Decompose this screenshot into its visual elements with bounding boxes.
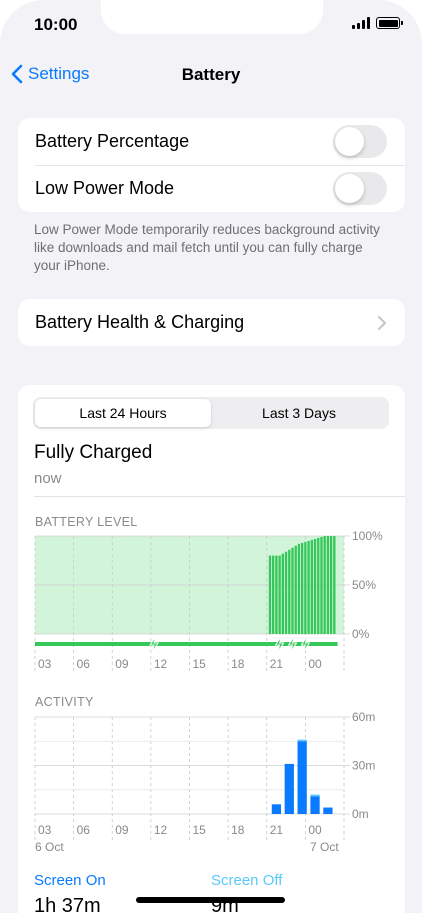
charging-bolt-icon	[274, 635, 285, 653]
activity-chart: 60m 30m 0m 03 06 09 12 15 18 21 00	[34, 711, 375, 841]
page-title: Battery	[181, 65, 241, 84]
activity-bar-screen-on	[284, 763, 294, 814]
battery-bar	[275, 555, 278, 634]
battery-bar	[288, 549, 291, 634]
battery-bar	[333, 536, 336, 634]
x-tick-label: 06	[77, 823, 91, 837]
screen-on-value: 1h 37m	[34, 895, 101, 913]
low-power-mode-row: Low Power Mode	[18, 165, 405, 212]
low-power-footnote: Low Power Mode temporarily reduces backg…	[34, 222, 380, 273]
activity-bar-screen-on	[297, 741, 307, 814]
screen-on-legend[interactable]: Screen On	[34, 872, 106, 889]
battery-bar	[304, 541, 307, 634]
battery-bar	[326, 536, 330, 634]
phone-screen: 10:00 Settings Battery Battery Percentag…	[0, 0, 422, 913]
status-time: 10:00	[34, 15, 78, 34]
x-tick-label: 03	[38, 657, 52, 671]
battery-bar	[310, 539, 313, 634]
x-tick-label: 03	[38, 823, 52, 837]
battery-percentage-row: Battery Percentage	[18, 118, 405, 165]
battery-percentage-toggle[interactable]	[333, 125, 387, 158]
charge-status-time: now	[34, 470, 62, 487]
x-tick-label: 18	[231, 657, 245, 671]
divider	[34, 496, 405, 497]
charge-status-title: Fully Charged	[34, 442, 153, 463]
x-tick-label: 12	[154, 823, 168, 837]
battery-percentage-label: Battery Percentage	[35, 131, 190, 151]
usage-card: Last 24 Hours Last 3 Days Fully Charged …	[18, 385, 405, 913]
date-start-label: 6 Oct	[35, 840, 64, 854]
battery-bar	[317, 537, 320, 634]
battery-baseline	[35, 642, 294, 646]
battery-health-label: Battery Health & Charging	[35, 312, 245, 332]
home-indicator[interactable]	[136, 897, 285, 903]
charging-bolt-icon	[149, 635, 160, 653]
x-tick-label: 00	[308, 823, 322, 837]
activity-bar-screen-on	[323, 807, 333, 814]
chevron-right-icon	[378, 315, 386, 330]
y-tick-label: 60m	[352, 711, 375, 724]
cellular-signal-icon	[352, 17, 370, 29]
charging-bolt-icon	[300, 635, 311, 653]
screen-off-legend[interactable]: Screen Off	[211, 872, 282, 889]
x-tick-label: 18	[231, 823, 245, 837]
battery-level-label: BATTERY LEVEL	[35, 515, 138, 529]
tab-last-3-days[interactable]: Last 3 Days	[211, 399, 387, 427]
x-tick-label: 21	[270, 823, 284, 837]
x-tick-label: 09	[115, 657, 129, 671]
notch	[101, 0, 323, 34]
x-tick-label: 09	[115, 823, 129, 837]
tab-last-24-hours[interactable]: Last 24 Hours	[35, 399, 211, 427]
battery-bar	[300, 542, 304, 634]
battery-bar	[320, 536, 323, 634]
battery-level-chart: 100% 50% 0% 03 06 09 12 15 18 21 00	[34, 530, 383, 672]
date-end-label: 7 Oct	[310, 840, 339, 854]
battery-bar	[291, 547, 294, 634]
charging-bolt-icon	[287, 635, 298, 653]
activity-bar-screen-off	[310, 794, 320, 797]
battery-bar	[307, 540, 310, 634]
y-tick-label: 0%	[352, 627, 370, 641]
x-tick-label: 21	[270, 657, 284, 671]
battery-bar	[313, 538, 317, 634]
activity-label: ACTIVITY	[35, 695, 94, 709]
y-tick-label: 30m	[352, 759, 375, 773]
battery-icon	[376, 17, 403, 29]
x-tick-label: 12	[154, 657, 168, 671]
battery-bar	[278, 555, 281, 634]
y-tick-label: 0m	[352, 807, 369, 821]
battery-bar	[268, 555, 272, 634]
x-tick-label: 06	[77, 657, 91, 671]
y-tick-label: 100%	[352, 530, 383, 543]
toggles-group: Battery Percentage Low Power Mode	[18, 118, 405, 212]
y-tick-label: 50%	[352, 578, 376, 592]
battery-bar	[281, 553, 285, 634]
status-icons	[352, 17, 403, 29]
battery-health-row[interactable]: Battery Health & Charging	[18, 299, 405, 346]
activity-bar-screen-on	[310, 796, 320, 814]
low-power-mode-toggle[interactable]	[333, 172, 387, 205]
activity-bar-screen-on	[271, 804, 282, 814]
activity-bar-screen-off	[297, 739, 307, 742]
battery-health-group: Battery Health & Charging	[18, 299, 405, 346]
battery-bar	[272, 555, 275, 634]
x-tick-label: 15	[193, 657, 207, 671]
battery-bar	[294, 545, 297, 634]
battery-bar	[284, 551, 288, 634]
low-power-mode-label: Low Power Mode	[35, 178, 175, 198]
x-tick-label: 00	[308, 657, 322, 671]
battery-bar	[297, 543, 301, 634]
x-tick-label: 15	[193, 823, 207, 837]
battery-bar	[323, 536, 326, 634]
time-range-segmented-control: Last 24 Hours Last 3 Days	[33, 397, 389, 429]
battery-bar	[329, 536, 333, 634]
